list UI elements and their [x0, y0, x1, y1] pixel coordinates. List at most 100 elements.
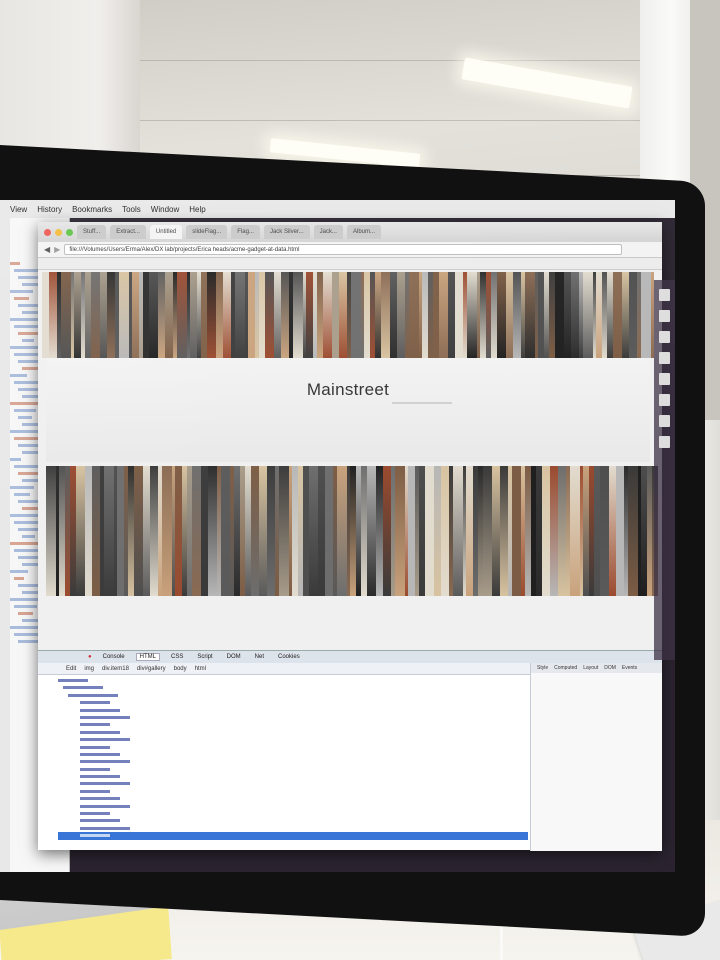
image-strip [293, 272, 303, 358]
menu-view[interactable]: View [10, 205, 27, 214]
browser-tab-active[interactable]: Untitled [149, 225, 183, 239]
dock-item-icon[interactable] [659, 415, 670, 427]
tree-row[interactable] [58, 721, 528, 728]
breadcrumb-item[interactable]: div#gallery [137, 666, 166, 672]
browser-tab[interactable]: Jack Silver... [263, 225, 310, 239]
tree-row[interactable] [58, 766, 528, 773]
image-strip [541, 466, 551, 596]
code-line [18, 332, 38, 335]
menu-tools[interactable]: Tools [122, 205, 141, 214]
menu-window[interactable]: Window [151, 205, 179, 214]
tree-row[interactable] [58, 751, 528, 758]
menu-history[interactable]: History [37, 205, 62, 214]
tree-row[interactable] [58, 714, 528, 721]
code-line [22, 339, 34, 342]
tree-row[interactable] [58, 692, 528, 699]
image-strip [554, 272, 564, 358]
tree-row[interactable] [58, 729, 528, 736]
image-strip [259, 466, 267, 596]
side-tab-layout[interactable]: Layout [583, 663, 598, 673]
tab-cookies[interactable]: Cookies [275, 654, 303, 660]
image-strip [322, 272, 332, 358]
code-line [10, 458, 21, 461]
maximize-icon[interactable] [66, 228, 73, 236]
tree-row[interactable] [58, 744, 528, 751]
breadcrumb-item[interactable]: html [195, 666, 206, 672]
minimize-icon[interactable] [55, 228, 62, 236]
edit-button[interactable]: Edit [66, 666, 76, 672]
menu-bookmarks[interactable]: Bookmarks [72, 205, 112, 214]
dock-item-icon[interactable] [659, 352, 670, 364]
tab-dom[interactable]: DOM [224, 654, 244, 660]
firebug-icon[interactable]: ● [88, 654, 92, 660]
tab-console[interactable]: Console [100, 654, 128, 660]
tree-row[interactable] [58, 825, 528, 832]
tree-row[interactable] [58, 788, 528, 795]
tree-row-marker [80, 738, 130, 742]
image-strip [434, 466, 442, 596]
image-strip [395, 466, 405, 596]
breadcrumb-item[interactable]: img [84, 666, 94, 672]
tree-row[interactable] [58, 817, 528, 824]
browser-tab[interactable]: Jack... [313, 225, 343, 239]
tree-row[interactable] [58, 684, 528, 691]
image-strip [569, 466, 580, 596]
tab-net[interactable]: Net [252, 654, 267, 660]
image-strip [250, 466, 260, 596]
image-strip [339, 272, 348, 358]
image-strip [107, 272, 116, 358]
tree-row[interactable] [58, 810, 528, 817]
menu-help[interactable]: Help [189, 205, 205, 214]
tree-row[interactable] [58, 773, 528, 780]
dock-item-icon[interactable] [659, 436, 670, 448]
tree-row[interactable] [58, 832, 528, 840]
breadcrumb-item[interactable]: div.item18 [102, 666, 129, 672]
dock-item-icon[interactable] [659, 373, 670, 385]
side-tab-events[interactable]: Events [622, 663, 637, 673]
browser-tab[interactable]: Extract... [110, 225, 146, 239]
side-tab-dom[interactable]: DOM [604, 663, 616, 673]
code-line [18, 612, 33, 615]
image-strip [366, 466, 376, 596]
address-bar[interactable]: file:///Volumes/Users/Erma/Alex/DX lab/p… [64, 244, 622, 255]
tree-row[interactable] [58, 795, 528, 802]
image-strip [215, 272, 224, 358]
tree-row[interactable] [58, 736, 528, 743]
forward-icon[interactable]: ▶ [54, 245, 60, 254]
side-tab-style[interactable]: Style [537, 663, 548, 673]
tree-row[interactable] [58, 780, 528, 787]
tree-row-marker [80, 760, 130, 764]
side-tab-computed[interactable]: Computed [554, 663, 577, 673]
browser-tab[interactable]: Stuff... [77, 225, 107, 239]
browser-tab[interactable]: Flag... [231, 225, 260, 239]
dock [654, 280, 675, 660]
image-strip [165, 272, 174, 358]
back-icon[interactable]: ◀ [44, 245, 50, 254]
tab-script[interactable]: Script [194, 654, 215, 660]
browser-tab[interactable]: slideFlag... [186, 225, 228, 239]
tree-row-marker [80, 812, 110, 816]
code-line [10, 290, 33, 293]
tree-row[interactable] [58, 699, 528, 706]
image-strip [308, 466, 318, 596]
tab-html[interactable]: HTML [135, 653, 160, 661]
image-strip [157, 272, 166, 358]
image-strip [192, 466, 202, 596]
code-line [10, 570, 28, 573]
close-icon[interactable] [44, 228, 51, 236]
dock-item-icon[interactable] [659, 310, 670, 322]
breadcrumb-item[interactable]: body [174, 666, 187, 672]
tree-row[interactable] [58, 803, 528, 810]
tree-row[interactable] [58, 677, 528, 684]
tree-row[interactable] [58, 758, 528, 765]
dock-item-icon[interactable] [659, 331, 670, 343]
dock-item-icon[interactable] [659, 394, 670, 406]
tree-row[interactable] [58, 707, 528, 714]
browser-tab[interactable]: Album... [346, 225, 381, 239]
image-strip [570, 272, 580, 358]
image-strip [278, 466, 289, 596]
tree-row-marker [80, 708, 120, 712]
tab-css[interactable]: CSS [168, 654, 186, 660]
dock-item-icon[interactable] [659, 289, 670, 301]
html-tree[interactable] [58, 677, 528, 847]
